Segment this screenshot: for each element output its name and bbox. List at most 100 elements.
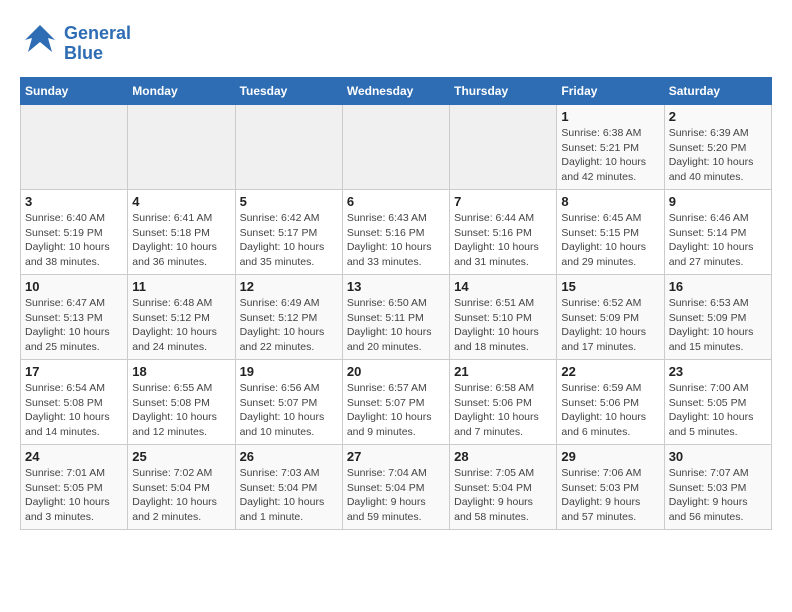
logo: General Blue — [20, 20, 131, 67]
day-number: 6 — [347, 194, 445, 209]
calendar-cell: 28 Sunrise: 7:05 AMSunset: 5:04 PMDayligh… — [450, 445, 557, 530]
calendar-cell: 12 Sunrise: 6:49 AMSunset: 5:12 PMDayligh… — [235, 275, 342, 360]
day-number: 19 — [240, 364, 338, 379]
calendar-cell: 30 Sunrise: 7:07 AMSunset: 5:03 PMDayligh… — [664, 445, 771, 530]
day-number: 14 — [454, 279, 552, 294]
day-detail: Sunrise: 6:57 AMSunset: 5:07 PMDaylight:… — [347, 381, 445, 440]
day-detail: Sunrise: 6:50 AMSunset: 5:11 PMDaylight:… — [347, 296, 445, 355]
weekday-header: Tuesday — [235, 78, 342, 105]
calendar-cell: 17 Sunrise: 6:54 AMSunset: 5:08 PMDayligh… — [21, 360, 128, 445]
day-number: 15 — [561, 279, 659, 294]
day-detail: Sunrise: 6:46 AMSunset: 5:14 PMDaylight:… — [669, 211, 767, 270]
day-detail: Sunrise: 6:44 AMSunset: 5:16 PMDaylight:… — [454, 211, 552, 270]
day-number: 13 — [347, 279, 445, 294]
day-number: 26 — [240, 449, 338, 464]
weekday-header: Monday — [128, 78, 235, 105]
weekday-header: Friday — [557, 78, 664, 105]
day-number: 20 — [347, 364, 445, 379]
day-number: 17 — [25, 364, 123, 379]
day-detail: Sunrise: 6:49 AMSunset: 5:12 PMDaylight:… — [240, 296, 338, 355]
day-detail: Sunrise: 6:47 AMSunset: 5:13 PMDaylight:… — [25, 296, 123, 355]
calendar-cell — [128, 105, 235, 190]
day-detail: Sunrise: 6:39 AMSunset: 5:20 PMDaylight:… — [669, 126, 767, 185]
day-detail: Sunrise: 6:52 AMSunset: 5:09 PMDaylight:… — [561, 296, 659, 355]
calendar-cell: 20 Sunrise: 6:57 AMSunset: 5:07 PMDayligh… — [342, 360, 449, 445]
day-number: 16 — [669, 279, 767, 294]
weekday-header: Saturday — [664, 78, 771, 105]
calendar-cell: 16 Sunrise: 6:53 AMSunset: 5:09 PMDayligh… — [664, 275, 771, 360]
day-number: 5 — [240, 194, 338, 209]
day-detail: Sunrise: 7:05 AMSunset: 5:04 PMDaylight:… — [454, 466, 552, 525]
calendar-cell: 6 Sunrise: 6:43 AMSunset: 5:16 PMDaylight… — [342, 190, 449, 275]
day-number: 9 — [669, 194, 767, 209]
day-detail: Sunrise: 7:07 AMSunset: 5:03 PMDaylight:… — [669, 466, 767, 525]
weekday-header: Thursday — [450, 78, 557, 105]
day-detail: Sunrise: 6:42 AMSunset: 5:17 PMDaylight:… — [240, 211, 338, 270]
calendar-cell: 24 Sunrise: 7:01 AMSunset: 5:05 PMDayligh… — [21, 445, 128, 530]
day-detail: Sunrise: 6:40 AMSunset: 5:19 PMDaylight:… — [25, 211, 123, 270]
day-number: 23 — [669, 364, 767, 379]
page-header: General Blue — [20, 20, 772, 67]
day-detail: Sunrise: 7:03 AMSunset: 5:04 PMDaylight:… — [240, 466, 338, 525]
day-number: 11 — [132, 279, 230, 294]
day-detail: Sunrise: 7:01 AMSunset: 5:05 PMDaylight:… — [25, 466, 123, 525]
day-detail: Sunrise: 6:41 AMSunset: 5:18 PMDaylight:… — [132, 211, 230, 270]
day-number: 21 — [454, 364, 552, 379]
calendar-cell: 21 Sunrise: 6:58 AMSunset: 5:06 PMDayligh… — [450, 360, 557, 445]
day-detail: Sunrise: 6:54 AMSunset: 5:08 PMDaylight:… — [25, 381, 123, 440]
day-detail: Sunrise: 6:43 AMSunset: 5:16 PMDaylight:… — [347, 211, 445, 270]
calendar-cell: 11 Sunrise: 6:48 AMSunset: 5:12 PMDayligh… — [128, 275, 235, 360]
day-detail: Sunrise: 7:00 AMSunset: 5:05 PMDaylight:… — [669, 381, 767, 440]
day-number: 18 — [132, 364, 230, 379]
calendar-cell: 1 Sunrise: 6:38 AMSunset: 5:21 PMDaylight… — [557, 105, 664, 190]
day-number: 24 — [25, 449, 123, 464]
calendar-cell: 22 Sunrise: 6:59 AMSunset: 5:06 PMDayligh… — [557, 360, 664, 445]
calendar-table: SundayMondayTuesdayWednesdayThursdayFrid… — [20, 77, 772, 530]
day-detail: Sunrise: 6:58 AMSunset: 5:06 PMDaylight:… — [454, 381, 552, 440]
calendar-cell: 23 Sunrise: 7:00 AMSunset: 5:05 PMDayligh… — [664, 360, 771, 445]
day-detail: Sunrise: 6:55 AMSunset: 5:08 PMDaylight:… — [132, 381, 230, 440]
calendar-cell — [21, 105, 128, 190]
day-detail: Sunrise: 6:56 AMSunset: 5:07 PMDaylight:… — [240, 381, 338, 440]
day-detail: Sunrise: 7:04 AMSunset: 5:04 PMDaylight:… — [347, 466, 445, 525]
calendar-cell: 27 Sunrise: 7:04 AMSunset: 5:04 PMDayligh… — [342, 445, 449, 530]
calendar-cell: 3Sunrise: 6:40 AMSunset: 5:19 PMDaylight… — [21, 190, 128, 275]
day-number: 25 — [132, 449, 230, 464]
calendar-cell: 2Sunrise: 6:39 AMSunset: 5:20 PMDaylight… — [664, 105, 771, 190]
day-detail: Sunrise: 7:06 AMSunset: 5:03 PMDaylight:… — [561, 466, 659, 525]
calendar-cell: 15 Sunrise: 6:52 AMSunset: 5:09 PMDayligh… — [557, 275, 664, 360]
day-number: 8 — [561, 194, 659, 209]
calendar-cell: 19 Sunrise: 6:56 AMSunset: 5:07 PMDayligh… — [235, 360, 342, 445]
weekday-header: Wednesday — [342, 78, 449, 105]
day-number: 27 — [347, 449, 445, 464]
calendar-cell — [342, 105, 449, 190]
day-detail: Sunrise: 6:59 AMSunset: 5:06 PMDaylight:… — [561, 381, 659, 440]
calendar-cell — [235, 105, 342, 190]
day-number: 22 — [561, 364, 659, 379]
logo-text: General Blue — [64, 24, 131, 64]
day-detail: Sunrise: 6:38 AMSunset: 5:21 PMDaylight:… — [561, 126, 659, 185]
day-number: 30 — [669, 449, 767, 464]
day-number: 29 — [561, 449, 659, 464]
weekday-header: Sunday — [21, 78, 128, 105]
day-number: 10 — [25, 279, 123, 294]
calendar-cell: 10 Sunrise: 6:47 AMSunset: 5:13 PMDayligh… — [21, 275, 128, 360]
calendar-cell: 4 Sunrise: 6:41 AMSunset: 5:18 PMDaylight… — [128, 190, 235, 275]
day-number: 12 — [240, 279, 338, 294]
day-detail: Sunrise: 6:51 AMSunset: 5:10 PMDaylight:… — [454, 296, 552, 355]
day-detail: Sunrise: 7:02 AMSunset: 5:04 PMDaylight:… — [132, 466, 230, 525]
day-number: 1 — [561, 109, 659, 124]
calendar-cell: 7 Sunrise: 6:44 AMSunset: 5:16 PMDaylight… — [450, 190, 557, 275]
day-number: 7 — [454, 194, 552, 209]
day-detail: Sunrise: 6:48 AMSunset: 5:12 PMDaylight:… — [132, 296, 230, 355]
day-number: 4 — [132, 194, 230, 209]
day-detail: Sunrise: 6:45 AMSunset: 5:15 PMDaylight:… — [561, 211, 659, 270]
day-number: 28 — [454, 449, 552, 464]
calendar-cell — [450, 105, 557, 190]
calendar-cell: 13 Sunrise: 6:50 AMSunset: 5:11 PMDayligh… — [342, 275, 449, 360]
calendar-cell: 29 Sunrise: 7:06 AMSunset: 5:03 PMDayligh… — [557, 445, 664, 530]
calendar-cell: 9 Sunrise: 6:46 AMSunset: 5:14 PMDaylight… — [664, 190, 771, 275]
calendar-cell: 25 Sunrise: 7:02 AMSunset: 5:04 PMDayligh… — [128, 445, 235, 530]
calendar-cell: 8 Sunrise: 6:45 AMSunset: 5:15 PMDaylight… — [557, 190, 664, 275]
day-detail: Sunrise: 6:53 AMSunset: 5:09 PMDaylight:… — [669, 296, 767, 355]
